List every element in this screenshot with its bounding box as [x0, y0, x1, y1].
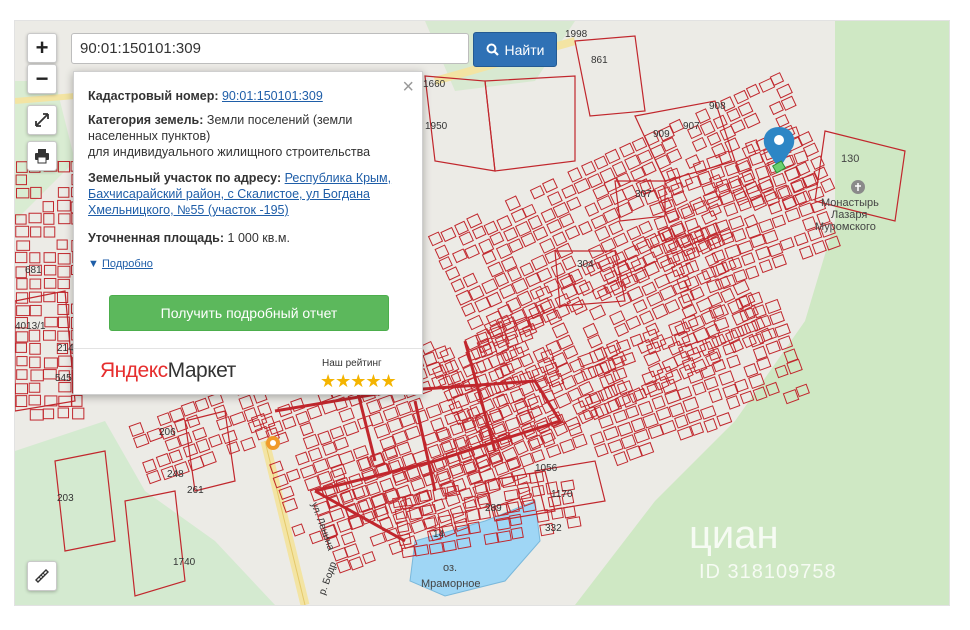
address-link-1[interactable]: Республика Крым,	[285, 171, 391, 185]
parcel-label: 332	[545, 523, 562, 534]
monastery-label-3: Муромского	[815, 221, 876, 233]
cadastral-link[interactable]: 90:01:150101:309	[222, 89, 323, 103]
category-value-3: для индивидуального жилищного строительс…	[88, 145, 371, 159]
lake-label-2: Мраморное	[421, 578, 481, 590]
expand-icon	[35, 113, 49, 127]
parcel-label: 907	[683, 121, 700, 132]
search-input[interactable]	[71, 33, 469, 64]
more-details-label: Подробно	[101, 258, 153, 270]
parcel-label: 261	[187, 485, 204, 496]
find-button-label: Найти	[504, 41, 545, 58]
parcel-label: 203	[57, 493, 74, 504]
parcel-label: 1056	[535, 463, 558, 474]
caret-down-icon: ▼	[88, 258, 99, 270]
area-label: Уточненная площадь:	[88, 231, 225, 245]
category-value-1: Земли поселений (земли	[206, 113, 353, 127]
cadastral-label: Кадастровый номер:	[88, 89, 219, 103]
parcel-label: 214	[57, 343, 74, 354]
monastery-icon	[851, 180, 865, 194]
parcel-label: 1950	[425, 121, 448, 132]
category-label: Категория земель:	[88, 113, 204, 127]
area-value: 1 000 кв.м.	[227, 231, 290, 245]
parcel-label: 307	[635, 189, 652, 200]
find-button[interactable]: Найти	[473, 32, 557, 67]
parcel-label: 14	[433, 529, 445, 540]
parcel-label: 4013/1	[15, 321, 46, 332]
rating-label: Наш рейтинг	[322, 358, 382, 369]
parcel-label: 289	[485, 503, 502, 514]
zoom-in-button[interactable]: +	[27, 33, 57, 63]
cian-watermark: циан	[689, 513, 779, 557]
print-button[interactable]	[27, 141, 57, 171]
fullscreen-button[interactable]	[27, 105, 57, 135]
parcel-info-popup: × Кадастровый номер: 90:01:150101:309 Ка…	[73, 71, 423, 395]
parcel-label: 1660	[423, 79, 446, 90]
parcel-label: 206	[159, 427, 176, 438]
parcel-label: 1998	[565, 29, 588, 40]
zoom-out-button[interactable]: −	[27, 64, 57, 94]
cian-watermark-id: ID 318109758	[699, 561, 837, 583]
logo-yandex-text: Яндекс	[100, 359, 168, 382]
parcel-label: 681	[25, 265, 42, 276]
parcel-label: 861	[591, 55, 608, 66]
yandex-market-logo[interactable]: ЯндексМаркет	[100, 359, 236, 383]
close-icon[interactable]: ×	[402, 76, 414, 99]
printer-icon	[35, 149, 49, 164]
parcel-label: 130	[841, 153, 860, 165]
monastery-label-1: Монастырь	[821, 197, 879, 209]
search-icon	[486, 43, 499, 56]
more-details-link[interactable]: ▼ Подробно	[88, 258, 153, 270]
divider	[74, 348, 422, 349]
map-frame[interactable]: 130 Монастырь Лазаря Муромского оз. Мрам…	[14, 20, 950, 606]
rating-stars[interactable]: ★★★★★	[320, 371, 397, 392]
logo-market-text: Маркет	[167, 359, 237, 382]
address-link-2[interactable]: Бахчисарайский район, с Скалистое, ул Бо…	[88, 186, 370, 202]
lake-label-1: оз.	[443, 562, 458, 574]
category-value-2: населенных пунктов)	[88, 129, 211, 143]
address-link-3[interactable]: Хмельницкого, №55 (участок -195)	[88, 202, 289, 218]
parcel-label: 1170	[551, 489, 573, 500]
monastery-label-2: Лазаря	[831, 209, 868, 221]
parcel-label: 248	[167, 469, 184, 480]
address-label: Земельный участок по адресу:	[88, 171, 282, 185]
parcel-label: 545	[55, 373, 72, 384]
get-report-button[interactable]: Получить подробный отчет	[109, 295, 389, 331]
parcel-label: 909	[653, 129, 670, 140]
parcel-label: 1740	[173, 557, 196, 568]
ruler-button[interactable]	[27, 561, 57, 591]
parcel-label: 908	[709, 101, 726, 112]
parcel-label: 304	[577, 259, 594, 270]
ruler-icon	[35, 569, 49, 583]
poi-icon	[266, 436, 280, 450]
